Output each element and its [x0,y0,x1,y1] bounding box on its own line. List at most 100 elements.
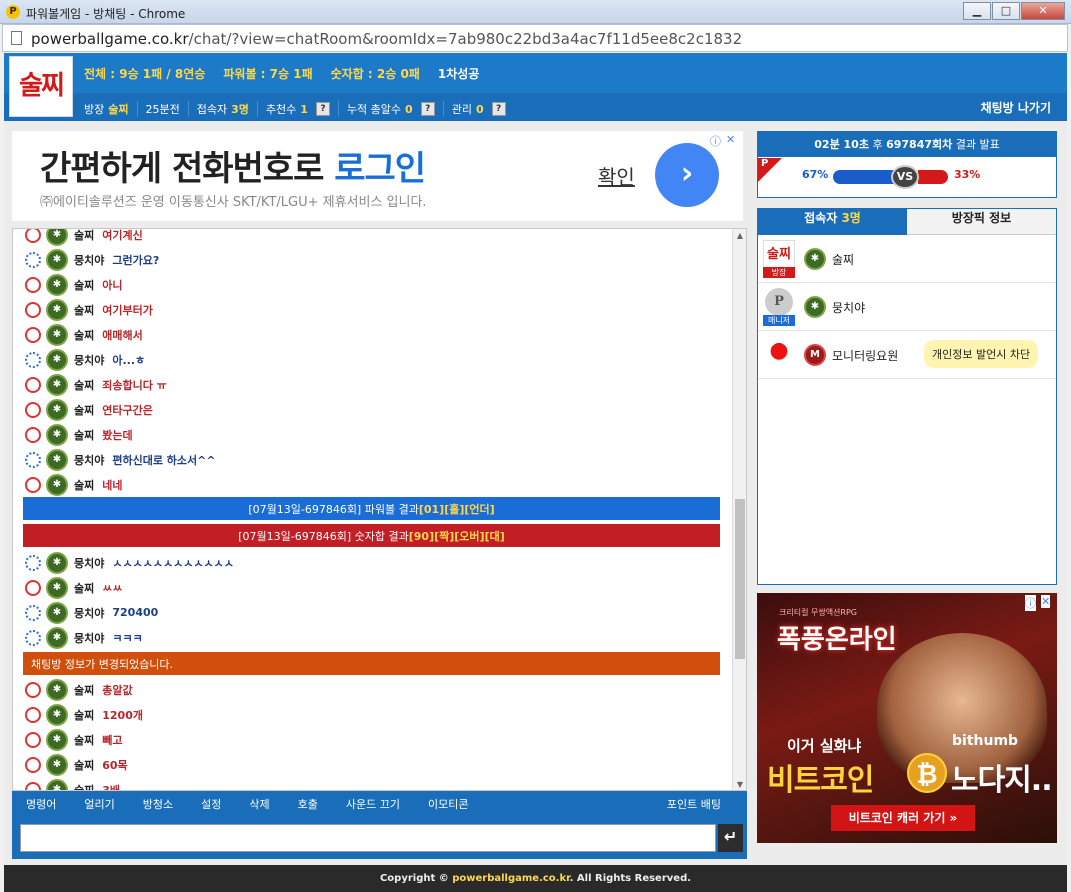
minimize-button[interactable]: ▁ [963,2,991,20]
ad-line1: 이거 실화냐 [787,737,862,755]
user-avatar[interactable]: ✱ [46,273,68,296]
user-avatar[interactable]: ✱ [46,298,68,321]
next-result-panel: 02분 10초 후 697847회차 결과 발표 P 67% VS 33% [757,131,1057,198]
manager-role-tag: 매니저 [763,315,795,326]
message-nick[interactable]: 뭉치야 [74,555,104,571]
user-avatar[interactable]: ✱ [46,728,68,751]
result-round: 697847회차 [886,138,953,151]
user-avatar[interactable]: ✱ [46,626,68,649]
send-button[interactable]: ↵ [718,824,743,852]
user-avatar[interactable]: ✱ [46,576,68,599]
ad-right-info-icon[interactable]: ⓘ [1025,595,1036,611]
chat-log[interactable]: ✱ 술찌 여기계신 ✱ 뭉치야 그런가요? ✱ 술찌 아니 ✱ 술찌 여기부터가 ✱ 술찌 애매해서 ✱ 뭉치야… [12,228,747,791]
message-nick[interactable]: 뭉치야 [74,252,104,268]
level-icon [25,451,41,468]
user-avatar[interactable]: ✱ [46,348,68,371]
user-avatar[interactable]: ✱ [46,601,68,624]
tab-users[interactable]: 접속자 3명 [758,209,907,235]
command-5[interactable]: 호출 [298,796,318,812]
user-avatar[interactable]: ✱ [46,448,68,471]
message-nick[interactable]: 술찌 [74,427,94,443]
message-nick[interactable]: 술찌 [74,580,94,596]
message-nick[interactable]: 술찌 [74,377,94,393]
user-avatar[interactable]: ✱ [46,373,68,396]
message-nick[interactable]: 술찌 [74,402,94,418]
ad-headline-a: 간편하게 전화번호로 [40,149,335,189]
command-7[interactable]: 이모티콘 [428,796,468,812]
message-nick[interactable]: 술찌 [74,477,94,493]
close-button[interactable]: ✕ [1021,2,1065,20]
tab-host-pick[interactable]: 방장픽 정보 [907,209,1056,235]
message-nick[interactable]: 술찌 [74,782,94,791]
point-bet-button[interactable]: 포인트 배팅 [667,796,721,812]
chat-input[interactable] [20,824,716,852]
user-avatar[interactable]: ✱ [46,778,68,790]
right-percent: 33% [954,168,981,181]
user-avatar[interactable]: ✱ [46,248,68,271]
message-nick[interactable]: 술찌 [74,302,94,318]
stat-number-sum: 숫자합 : 2승 0패 [330,67,420,81]
footer-host[interactable]: powerballgame.co.kr [452,873,569,884]
ad-close-icon[interactable]: ✕ [726,133,735,146]
user-row[interactable]: ● M 모니터링요원 개인정보 발언시 차단 [758,331,1056,379]
user-avatar[interactable]: ✱ [46,398,68,421]
bullets-help-button[interactable]: ? [420,102,435,116]
footer: Copyright © powerballgame.co.kr. All Rig… [4,865,1067,892]
command-6[interactable]: 사운드 끄기 [346,796,400,812]
bitcoin-ad-banner[interactable]: 크리티컬 무쌍액션RPG 폭풍온라인 이거 실화냐 bithumb 비트코인 ₿… [757,593,1057,843]
chat-message: ✱ 뭉치야 ㅅㅅㅅㅅㅅㅅㅅㅅㅅㅅㅅㅅ [25,550,234,575]
user-avatar[interactable]: ✱ [46,753,68,776]
user-avatar[interactable]: ✱ [46,703,68,726]
exit-room-link[interactable]: 채팅방 나가기 [981,99,1051,116]
login-ad-banner[interactable]: 간편하게 전화번호로 로그인 ㈜에이티솔루션즈 운영 이동통신사 SKT/KT/… [12,131,743,221]
chat-message: ✱ 술찌 1200개 [25,702,143,727]
user-avatar[interactable]: ✱ [46,551,68,574]
maximize-button[interactable]: □ [992,2,1020,20]
message-nick[interactable]: 술찌 [74,682,94,698]
command-2[interactable]: 방청소 [143,796,173,812]
user-row[interactable]: 술찌 방장 ✱ 술찌 [758,235,1056,283]
message-nick[interactable]: 술찌 [74,229,94,243]
ad-subtext: ㈜에이티솔루션즈 운영 이동통신사 SKT/KT/LGU+ 제휴서비스 입니다. [40,195,427,210]
message-nick[interactable]: 술찌 [74,277,94,293]
level-icon [25,251,41,268]
recommend-help-button[interactable]: ? [315,102,330,116]
chat-scrollbar[interactable]: ▲ ▼ [732,229,746,790]
message-nick[interactable]: 술찌 [74,707,94,723]
ad-cta-button[interactable]: 비트코인 캐러 가기 » [831,805,975,831]
message-nick[interactable]: 술찌 [74,732,94,748]
user-avatar[interactable]: ✱ [46,229,68,246]
message-nick[interactable]: 뭉치야 [74,630,104,646]
manage-help-button[interactable]: ? [491,102,506,116]
ad-info-icon[interactable]: ⓘ [710,133,721,149]
command-4[interactable]: 삭제 [249,796,269,812]
chat-message: ✱ 술찌 아니 [25,272,123,297]
bullets-value: 0 [405,102,413,116]
scroll-thumb[interactable] [735,499,745,659]
command-3[interactable]: 설정 [201,796,221,812]
scroll-down-icon[interactable]: ▼ [733,778,746,790]
user-avatar[interactable]: ✱ [46,678,68,701]
message-nick[interactable]: 뭉치야 [74,452,104,468]
ad-headline: 간편하게 전화번호로 로그인 [40,141,426,190]
user-avatar[interactable]: ✱ [46,473,68,496]
url-text[interactable]: powerballgame.co.kr/chat/?view=chatRoom&… [31,30,742,48]
command-1[interactable]: 얼리기 [84,796,114,812]
info-host: 방장 술찌 [84,101,137,117]
system-text: [07월13일-697846회] 숫자합 결과 [238,529,409,543]
ad-game-sub: 크리티컬 무쌍액션RPG [779,608,858,617]
ad-go-button[interactable]: › [655,143,719,207]
message-nick[interactable]: 뭉치야 [74,352,104,368]
chat-message: ✱ 술찌 애매해서 [25,322,143,347]
ad-right-close-icon[interactable]: ✕ [1041,595,1051,608]
user-avatar[interactable]: ✱ [46,423,68,446]
message-nick[interactable]: 술찌 [74,327,94,343]
message-nick[interactable]: 뭉치야 [74,605,104,621]
user-avatar[interactable]: ✱ [46,323,68,346]
command-0[interactable]: 명령어 [26,796,56,812]
ad-confirm-link[interactable]: 확인 [598,161,635,190]
address-bar[interactable]: powerballgame.co.kr/chat/?view=chatRoom&… [2,24,1068,52]
scroll-up-icon[interactable]: ▲ [733,229,746,243]
message-nick[interactable]: 술찌 [74,757,94,773]
user-row[interactable]: P 매니저 ✱ 뭉치야 [758,283,1056,331]
